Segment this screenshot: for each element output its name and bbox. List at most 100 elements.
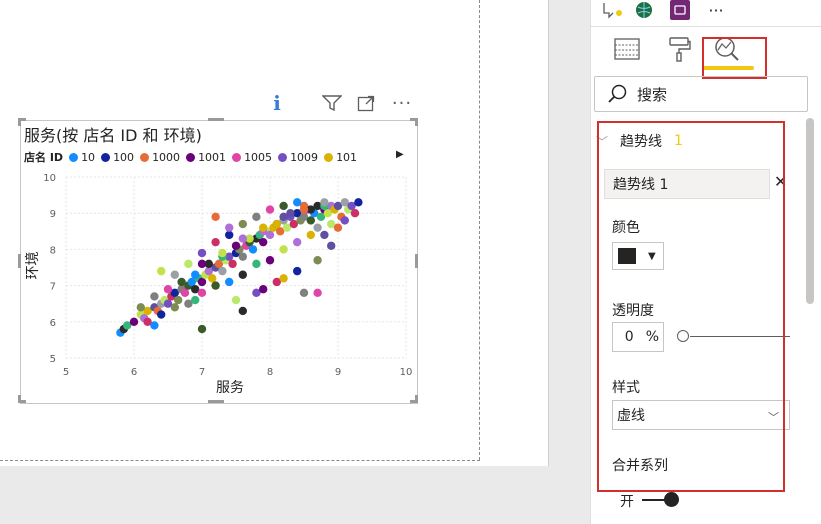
- data-point: [129, 317, 139, 326]
- data-point: [320, 198, 329, 207]
- data-point: [306, 216, 315, 225]
- legend-marker: [186, 152, 196, 162]
- legend-label: 1009: [290, 150, 319, 164]
- y-tick-label: 10: [43, 173, 56, 184]
- data-point: [197, 277, 207, 287]
- resize-handle-br-v[interactable]: [415, 395, 418, 403]
- data-point: [293, 237, 302, 247]
- legend-label: 1000: [152, 150, 181, 164]
- data-point: [340, 216, 349, 225]
- legend-item[interactable]: 101: [324, 151, 357, 164]
- legend-item[interactable]: 1009: [278, 151, 318, 164]
- filter-icon[interactable]: [320, 92, 344, 114]
- data-point: [197, 259, 207, 269]
- resize-handle-mr[interactable]: [415, 254, 418, 268]
- legend-item[interactable]: 1000: [140, 151, 180, 164]
- data-point: [252, 259, 261, 269]
- legend-next-arrow[interactable]: ▶: [396, 149, 404, 160]
- highlight-box-analytics-tab: [702, 37, 767, 79]
- data-point: [150, 321, 159, 330]
- data-point: [197, 324, 207, 334]
- data-point: [174, 295, 183, 305]
- data-point: [265, 256, 275, 265]
- smart-narrative-icon[interactable]: [600, 0, 626, 20]
- y-tick-label: 8: [50, 245, 56, 256]
- data-point: [238, 219, 247, 229]
- resize-handle-tr-v[interactable]: [415, 118, 418, 126]
- data-point: [306, 230, 315, 240]
- legend: 店名 ID 10 100 1000 1001 1005 1009 101: [24, 149, 404, 165]
- data-point: [238, 306, 247, 316]
- x-tick-label: 5: [63, 367, 69, 378]
- data-point: [313, 288, 322, 298]
- x-tick-label: 8: [267, 367, 273, 378]
- data-point: [313, 256, 322, 265]
- y-tick-label: 5: [50, 354, 56, 365]
- legend-item[interactable]: 1001: [186, 151, 226, 164]
- globe-map-icon[interactable]: [632, 0, 656, 20]
- data-point: [299, 205, 309, 214]
- data-point: [180, 288, 190, 298]
- data-point: [208, 274, 217, 283]
- data-point: [354, 198, 363, 207]
- data-point: [265, 205, 275, 214]
- pane-scrollbar[interactable]: [806, 118, 814, 304]
- canvas-edge: [548, 0, 549, 466]
- search-input[interactable]: 搜索: [594, 76, 808, 112]
- resize-handle-tc[interactable]: [208, 118, 224, 121]
- y-tick-label: 7: [50, 282, 56, 293]
- power-apps-icon[interactable]: [668, 0, 692, 20]
- resize-handle-bl-v[interactable]: [18, 395, 21, 403]
- focus-mode-icon[interactable]: [356, 92, 376, 114]
- resize-handle-tl-v[interactable]: [18, 118, 21, 126]
- legend-title: 店名 ID: [24, 151, 64, 164]
- data-point: [177, 277, 186, 287]
- scatter-plot: 5 6 7 8 9 10 5 6 7 8 9 10 服务 环境: [25, 173, 412, 396]
- toggle-state-label: 开: [620, 494, 634, 510]
- data-point: [313, 223, 322, 232]
- data-point: [293, 198, 302, 207]
- legend-marker: [278, 152, 288, 162]
- data-point: [191, 295, 200, 305]
- data-point: [225, 230, 234, 240]
- legend-marker: [101, 152, 111, 162]
- data-point: [238, 270, 247, 279]
- legend-item[interactable]: 1005: [232, 151, 272, 164]
- data-point: [350, 209, 360, 218]
- more-options-icon[interactable]: ···: [390, 92, 414, 114]
- data-point: [231, 241, 241, 250]
- resize-handle-bc[interactable]: [208, 400, 224, 403]
- legend-marker: [232, 152, 242, 162]
- data-point: [136, 303, 145, 312]
- info-icon[interactable]: i: [270, 91, 284, 115]
- legend-marker: [69, 152, 79, 162]
- y-tick-label: 6: [50, 318, 56, 329]
- data-point: [197, 248, 207, 258]
- x-axis-title: 服务: [216, 380, 244, 396]
- data-point: [170, 303, 179, 312]
- resize-handle-ml[interactable]: [18, 254, 21, 268]
- toggle-knob[interactable]: [664, 492, 679, 507]
- data-point: [211, 237, 220, 247]
- data-point: [293, 266, 302, 276]
- x-tick-label: 6: [131, 367, 137, 378]
- y-axis-title: 环境: [25, 252, 41, 280]
- data-point: [333, 223, 343, 232]
- more-visuals-icon[interactable]: ···: [702, 0, 730, 20]
- data-point: [184, 259, 193, 269]
- legend-item[interactable]: 100: [101, 151, 134, 164]
- legend-label: 101: [336, 150, 358, 164]
- fields-tab-icon[interactable]: [612, 34, 642, 64]
- data-point: [279, 274, 288, 283]
- data-point: [211, 212, 220, 222]
- format-tab-icon[interactable]: [664, 34, 694, 64]
- data-point: [259, 285, 268, 294]
- data-point: [279, 245, 288, 254]
- data-point: [218, 266, 227, 276]
- data-point: [211, 281, 220, 290]
- data-point: [279, 201, 288, 211]
- legend-item[interactable]: 10: [69, 151, 95, 164]
- data-point: [157, 266, 166, 276]
- data-point: [163, 285, 173, 294]
- data-point: [157, 310, 166, 319]
